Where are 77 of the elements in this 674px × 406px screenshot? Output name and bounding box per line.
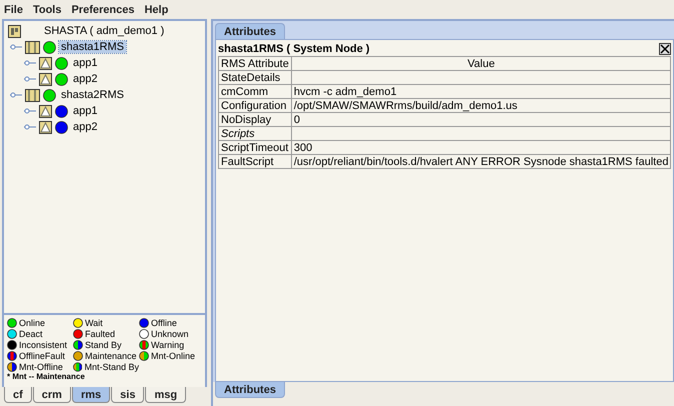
tree-connector-icon[interactable]: [24, 123, 36, 131]
tab[interactable]: msg: [145, 387, 186, 403]
status-dot: [139, 340, 149, 350]
server-icon: [25, 40, 40, 54]
legend-label: Wait: [85, 318, 103, 328]
legend-label: Deact: [19, 328, 43, 338]
status-dot: [73, 318, 83, 328]
table-cell: ScriptTimeout: [218, 140, 292, 154]
menu-item[interactable]: Help: [144, 4, 168, 16]
legend-note: * Mnt -- Maintenance: [7, 372, 86, 383]
panel-title: shasta1RMS ( System Node ): [218, 43, 370, 55]
legend-label: Warning: [151, 340, 184, 350]
menu-item[interactable]: File: [4, 4, 23, 16]
status-dot: [7, 362, 17, 372]
status-dot: [73, 350, 83, 360]
table-cell: cmComm: [218, 84, 292, 98]
tree-item[interactable]: app2: [71, 121, 100, 133]
tab[interactable]: crm: [32, 387, 71, 403]
table-cell: 300: [291, 140, 671, 154]
triangle-icon: [39, 120, 52, 134]
tree-connector-icon[interactable]: [24, 75, 36, 83]
tree-item[interactable]: SHASTA ( adm_demo1 ): [42, 25, 166, 37]
triangle-icon: [39, 72, 52, 86]
legend-label: Stand By: [85, 340, 122, 350]
status-dot: [7, 350, 17, 360]
triangle-icon: [39, 56, 52, 70]
table-cell: Configuration: [218, 98, 292, 112]
tree-item[interactable]: shasta1RMS: [59, 41, 126, 53]
legend-label: Maintenance: [85, 350, 137, 360]
status-dot: [73, 340, 83, 350]
legend-label: Mnt-Online: [151, 350, 196, 360]
table-cell: 0: [291, 112, 671, 126]
legend-label: Faulted: [85, 328, 116, 338]
legend-label: Offline: [151, 318, 177, 328]
cluster-icon: [8, 24, 21, 38]
tree-connector-icon[interactable]: [24, 107, 36, 115]
tab[interactable]: sis: [111, 387, 144, 403]
tree-item[interactable]: shasta2RMS: [59, 89, 126, 101]
tree-item[interactable]: app1: [71, 105, 100, 117]
tree-item[interactable]: app2: [71, 73, 100, 85]
table-cell: hvcm -c adm_demo1: [291, 84, 671, 98]
menu-item[interactable]: Preferences: [71, 4, 134, 16]
table-cell: NoDisplay: [218, 112, 292, 126]
table-cell: /opt/SMAW/SMAWRrms/build/adm_demo1.us: [291, 98, 671, 112]
column-header: RMS Attribute: [218, 56, 292, 70]
tab[interactable]: cf: [4, 387, 32, 403]
status-dot: [139, 318, 149, 328]
legend-label: Online: [19, 318, 46, 328]
column-header: Value: [291, 56, 671, 70]
status-dot: [7, 328, 17, 338]
status-dot: [139, 328, 149, 338]
triangle-icon: [39, 104, 52, 118]
tree-connector-icon[interactable]: [24, 59, 36, 67]
legend-label: Mnt-Stand By: [84, 362, 139, 372]
close-button[interactable]: [659, 43, 672, 55]
table-cell: FaultScript: [218, 154, 292, 168]
server-icon: [25, 88, 40, 102]
tab[interactable]: rms: [72, 387, 110, 403]
status-dot: [7, 318, 17, 328]
table-cell: Scripts: [218, 126, 292, 140]
menu-item[interactable]: Tools: [32, 4, 62, 16]
legend-label: Mnt-Offline: [19, 362, 63, 372]
legend-label: OfflineFault: [19, 350, 65, 360]
tree-connector-icon[interactable]: [10, 91, 22, 99]
tree-item[interactable]: app1: [71, 57, 100, 69]
status-dot: [73, 328, 83, 338]
tab[interactable]: Attributes: [215, 382, 285, 398]
table-cell: StateDetails: [218, 70, 292, 84]
legend-label: Inconsistent: [19, 340, 68, 350]
legend-label: Unknown: [151, 328, 189, 338]
tab[interactable]: Attributes: [215, 23, 285, 39]
status-dot: [73, 362, 82, 372]
status-dot: [7, 340, 17, 350]
tree-connector-icon[interactable]: [10, 43, 22, 51]
close-icon: [660, 44, 670, 54]
status-dot: [139, 350, 149, 360]
table-cell: /usr/opt/reliant/bin/tools.d/hvalert ANY ERROR Sysnode shasta1RMS faulted: [291, 154, 671, 168]
